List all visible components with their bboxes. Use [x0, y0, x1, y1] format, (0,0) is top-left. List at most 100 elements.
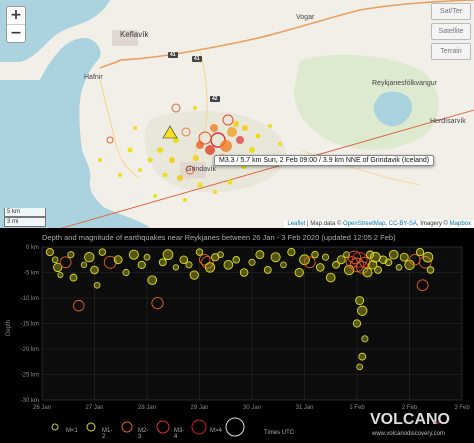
quake-point[interactable]	[122, 268, 130, 277]
quake-point[interactable]	[113, 255, 123, 265]
quake-point[interactable]	[352, 319, 362, 328]
quake-point[interactable]	[358, 352, 367, 361]
y-tick-label: 0 km	[26, 245, 39, 251]
zoom-in-button[interactable]: +	[7, 7, 25, 25]
osm-link[interactable]: OpenStreetMap	[343, 221, 385, 227]
quake-point[interactable]	[217, 251, 224, 259]
quake-point[interactable]	[204, 262, 216, 273]
legend-label: M3-4	[174, 428, 185, 440]
quake-point[interactable]	[147, 275, 158, 285]
quake-point[interactable]	[239, 268, 249, 277]
x-tick-label: 26 Jan	[33, 405, 51, 411]
quake-point[interactable]	[321, 253, 330, 261]
quake-point[interactable]	[395, 264, 403, 271]
depth-chart: 0 km-5 km-10 km-15 km-20 km-25 km-30 km …	[6, 245, 470, 411]
quake-point[interactable]	[128, 249, 139, 260]
zoom-out-button[interactable]: −	[7, 25, 25, 42]
legend-swatch	[51, 423, 59, 431]
quake-point[interactable]	[158, 258, 167, 267]
quake-point[interactable]	[325, 272, 336, 283]
quake-point[interactable]	[80, 261, 88, 269]
legend-swatch	[156, 420, 170, 434]
quake-point[interactable]	[399, 252, 409, 262]
quake-point[interactable]	[172, 264, 180, 271]
layer-button-sat-ter[interactable]: Sat/Ter	[431, 3, 471, 20]
quake-point[interactable]	[415, 247, 425, 257]
attrib-sep3: , Imagery ©	[416, 221, 450, 227]
quake-point[interactable]	[356, 363, 364, 371]
quake-point[interactable]	[189, 270, 199, 280]
license-link[interactable]: CC-BY-SA	[389, 221, 417, 227]
y-axis-label: Depth	[6, 320, 12, 336]
quake-point[interactable]	[388, 249, 399, 260]
map-attribution: Leaflet | Map data © OpenStreetMap, CC-B…	[284, 220, 474, 228]
quake-point[interactable]	[355, 296, 365, 306]
quake-point[interactable]	[93, 281, 101, 289]
quake-tooltip: M3.3 / 5.7 km Sun, 2 Feb 09:00 / 3.9 km …	[214, 155, 435, 166]
quake-point[interactable]	[255, 250, 265, 260]
times-label: Times UTC	[264, 430, 295, 436]
quake-point[interactable]	[374, 266, 382, 274]
y-tick-label: -5 km	[24, 271, 39, 277]
quake-point[interactable]	[57, 272, 64, 279]
scale-mi: 3 mi	[4, 217, 46, 227]
quake-point[interactable]	[370, 251, 381, 263]
layer-switcher: Sat/Ter Satellite Terrain	[431, 3, 471, 63]
layer-button-satellite[interactable]: Satellite	[431, 23, 471, 40]
road-shield-41: 41	[168, 52, 178, 58]
quake-point[interactable]	[311, 250, 319, 259]
map-panel[interactable]: + − Sat/Ter Satellite Terrain Keflavík H…	[0, 0, 474, 228]
quake-point[interactable]	[361, 335, 369, 343]
quake-point[interactable]	[270, 252, 281, 263]
quake-point[interactable]	[232, 256, 240, 264]
quake-point[interactable]	[69, 273, 78, 282]
quake-point[interactable]	[137, 260, 146, 269]
quake-point[interactable]	[67, 251, 75, 259]
mapbox-link[interactable]: Mapbox	[450, 221, 471, 227]
quake-point[interactable]	[45, 247, 54, 257]
quake-point[interactable]	[294, 267, 304, 278]
place-hafnir: Hafnir	[84, 74, 103, 81]
quake-point[interactable]	[84, 252, 95, 263]
quake-point[interactable]	[280, 261, 287, 269]
y-tick-label: -25 km	[21, 373, 39, 379]
x-tick-label: 27 Jan	[85, 405, 103, 411]
quake-point[interactable]	[362, 267, 373, 278]
legend-label: M1-2	[102, 428, 113, 440]
quake-point[interactable]	[384, 258, 393, 267]
quake-point[interactable]	[51, 256, 59, 264]
quake-point[interactable]	[426, 266, 435, 274]
x-tick-label: 28 Jan	[138, 405, 156, 411]
zoom-control: + −	[6, 6, 26, 43]
legend-label: M<1	[66, 428, 78, 434]
quake-point[interactable]	[162, 249, 174, 261]
legend-circle	[121, 421, 133, 433]
x-tick-label: 1 Feb	[349, 405, 365, 411]
quake-point[interactable]	[143, 253, 151, 261]
leaflet-link[interactable]: Leaflet	[287, 221, 305, 227]
layer-button-terrain[interactable]: Terrain	[431, 43, 471, 60]
quake-point[interactable]	[90, 265, 99, 275]
quake-point[interactable]	[185, 261, 193, 269]
quake-point[interactable]	[195, 248, 204, 256]
quake-point[interactable]	[263, 266, 272, 274]
road-shield-42: 42	[210, 96, 220, 102]
quake-point[interactable]	[223, 260, 234, 270]
quake-point[interactable]	[248, 258, 256, 266]
legend-item: M2-3	[116, 416, 148, 443]
quake-point[interactable]	[422, 251, 434, 263]
legend-item: M3-4	[152, 416, 184, 443]
place-reykjanesfolkvangur: Reykjanesfólkvangur	[372, 80, 437, 87]
quake-point[interactable]	[287, 247, 296, 257]
x-tick-label: 30 Jan	[243, 405, 261, 411]
volcano-logo-url: www.volcanodiscovery.com	[372, 431, 445, 437]
legend-circle	[86, 422, 96, 432]
quake-point[interactable]	[357, 305, 368, 316]
x-tick-label: 3 Feb	[454, 405, 470, 411]
quake-point[interactable]	[315, 263, 325, 272]
legend-label: M>4	[210, 428, 222, 434]
legend-circle	[225, 417, 245, 437]
place-keflavik: Keflavík	[120, 30, 149, 39]
place-herdisarvik: Herdísarvík	[430, 118, 466, 125]
quake-point[interactable]	[98, 248, 107, 256]
